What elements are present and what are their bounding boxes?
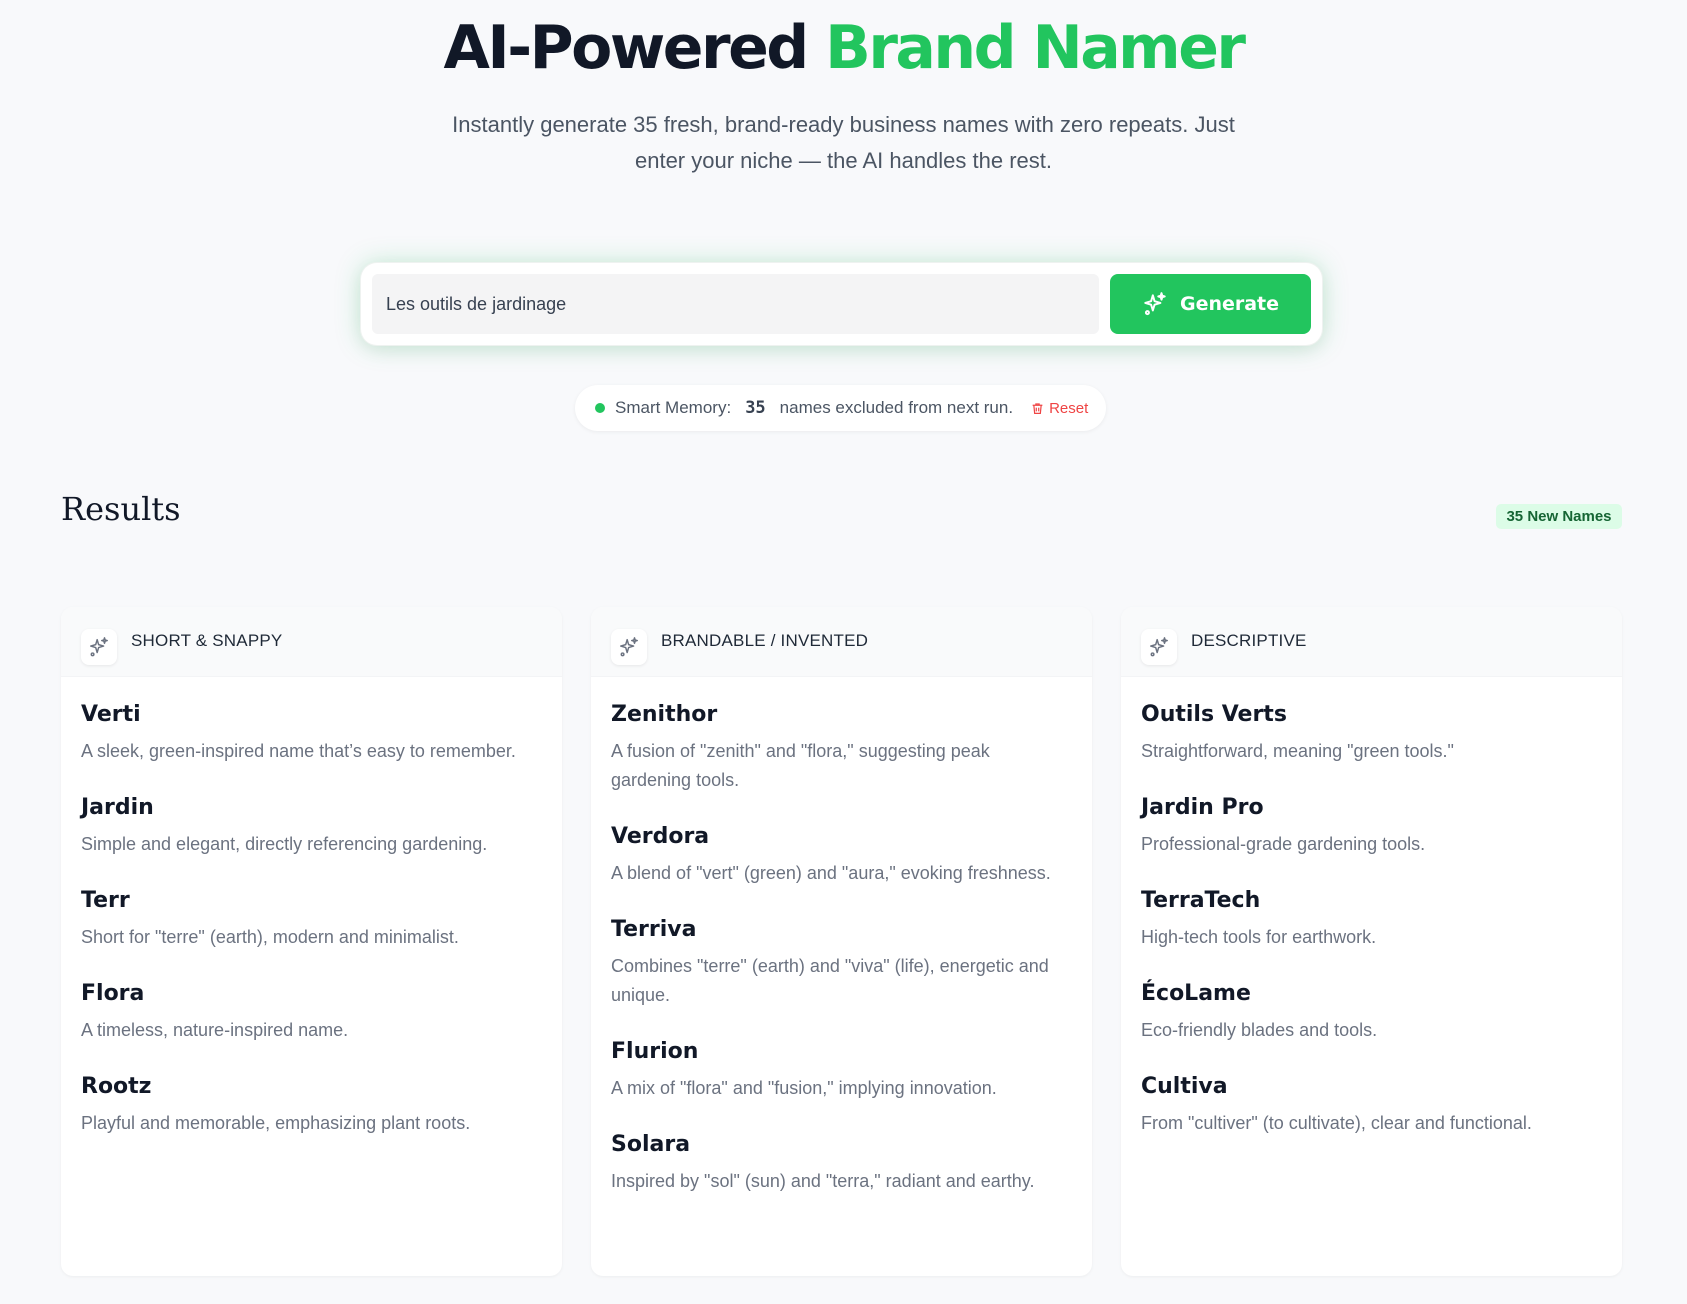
name-suggestion: Terr Short for "terre" (earth), modern a… [81, 887, 542, 952]
suggestion-description: From "cultiver" (to cultivate), clear an… [1141, 1113, 1532, 1133]
category-header: SHORT & SNAPPY [61, 607, 562, 677]
memory-suffix: names excluded from next run. [779, 398, 1014, 417]
suggestion-description: A mix of "flora" and "fusion," implying … [611, 1078, 997, 1098]
name-suggestion: Jardin Pro Professional-grade gardening … [1141, 794, 1602, 859]
suggestion-name: Flora [81, 981, 145, 1006]
title-main: AI-Powered [443, 13, 810, 83]
smart-memory-bar: Smart Memory: 35 names excluded from nex… [575, 385, 1106, 431]
suggestion-description: Eco-friendly blades and tools. [1141, 1020, 1378, 1040]
sparkles-icon [81, 629, 117, 665]
suggestion-description: A blend of "vert" (green) and "aura," ev… [611, 863, 1051, 883]
suggestion-name: Terriva [611, 917, 697, 942]
suggestion-description: Combines "terre" (earth) and "viva" (lif… [611, 956, 1049, 1005]
category-card-descriptive: DESCRIPTIVE Outils Verts Straightforward… [1121, 607, 1622, 1276]
name-suggestion: Cultiva From "cultiver" (to cultivate), … [1141, 1073, 1602, 1138]
category-header: DESCRIPTIVE [1121, 607, 1622, 677]
suggestion-name: Outils Verts [1141, 702, 1287, 727]
trash-icon [1032, 402, 1043, 414]
suggestion-description: High-tech tools for earthwork. [1141, 927, 1377, 947]
name-suggestion: Outils Verts Straightforward, meaning "g… [1141, 701, 1602, 766]
suggestion-description: Straightforward, meaning "green tools." [1141, 741, 1454, 761]
page-title: AI-Powered Brand Namer [0, 12, 1687, 84]
suggestion-name: Jardin Pro [1141, 795, 1264, 820]
name-suggestion: Zenithor A fusion of "zenith" and "flora… [611, 701, 1072, 795]
suggestion-name: Solara [611, 1132, 691, 1157]
suggestion-description: A sleek, green-inspired name that’s easy… [81, 741, 516, 761]
suggestion-description: Professional-grade gardening tools. [1141, 834, 1426, 854]
category-title: SHORT & SNAPPY [131, 631, 283, 650]
name-suggestion: Rootz Playful and memorable, emphasizing… [81, 1073, 542, 1138]
suggestion-description: Inspired by "sol" (sun) and "terra," rad… [611, 1171, 1035, 1191]
sparkles-icon [1141, 629, 1177, 665]
suggestion-name: Cultiva [1141, 1074, 1228, 1099]
generate-button[interactable]: Generate [1110, 274, 1311, 334]
name-suggestion: Verdora A blend of "vert" (green) and "a… [611, 823, 1072, 888]
name-suggestion: Flurion A mix of "flora" and "fusion," i… [611, 1038, 1072, 1103]
suggestion-description: A timeless, nature-inspired name. [81, 1020, 349, 1040]
suggestion-name: ÉcoLame [1141, 981, 1251, 1006]
results-heading: Results [61, 490, 181, 528]
suggestion-name: Jardin [81, 795, 154, 820]
generate-label: Generate [1179, 293, 1280, 315]
name-suggestion: TerraTech High-tech tools for earthwork. [1141, 887, 1602, 952]
sparkles-icon [611, 629, 647, 665]
suggestion-description: Short for "terre" (earth), modern and mi… [81, 927, 459, 947]
name-suggestion: ÉcoLame Eco-friendly blades and tools. [1141, 980, 1602, 1045]
category-header: BRANDABLE / INVENTED [591, 607, 1092, 677]
results-count-badge: 35 New Names [1496, 504, 1622, 529]
suggestion-name: Flurion [611, 1039, 699, 1064]
niche-input[interactable] [372, 274, 1099, 334]
sparkles-icon [1144, 292, 1166, 316]
page-subtitle: Instantly generate 35 fresh, brand-ready… [452, 112, 1235, 173]
name-suggestion: Verti A sleek, green-inspired name that’… [81, 701, 542, 766]
reset-button[interactable]: Reset [1031, 400, 1088, 417]
search-bar: Generate [361, 263, 1322, 345]
suggestion-name: TerraTech [1141, 888, 1261, 913]
suggestion-description: Playful and memorable, emphasizing plant… [81, 1113, 471, 1133]
suggestion-name: Verdora [611, 824, 710, 849]
memory-label: Smart Memory: [615, 398, 732, 417]
category-title: BRANDABLE / INVENTED [661, 631, 869, 650]
name-suggestion: Terriva Combines "terre" (earth) and "vi… [611, 916, 1072, 1010]
title-accent: Brand Namer [825, 13, 1246, 83]
memory-count: 35 [745, 398, 766, 418]
category-card-short-snappy: SHORT & SNAPPY Verti A sleek, green-insp… [61, 607, 562, 1276]
suggestion-name: Verti [81, 702, 141, 727]
suggestion-description: Simple and elegant, directly referencing… [81, 834, 488, 854]
category-card-brandable-invented: BRANDABLE / INVENTED Zenithor A fusion o… [591, 607, 1092, 1276]
name-suggestion: Flora A timeless, nature-inspired name. [81, 980, 542, 1045]
category-title: DESCRIPTIVE [1191, 631, 1307, 650]
suggestion-name: Zenithor [611, 702, 718, 727]
name-suggestion: Solara Inspired by "sol" (sun) and "terr… [611, 1131, 1072, 1196]
suggestion-name: Terr [81, 888, 130, 913]
reset-label: Reset [1049, 399, 1089, 417]
name-suggestion: Jardin Simple and elegant, directly refe… [81, 794, 542, 859]
suggestion-description: A fusion of "zenith" and "flora," sugges… [611, 741, 990, 790]
status-dot [595, 403, 605, 413]
suggestion-name: Rootz [81, 1074, 152, 1099]
